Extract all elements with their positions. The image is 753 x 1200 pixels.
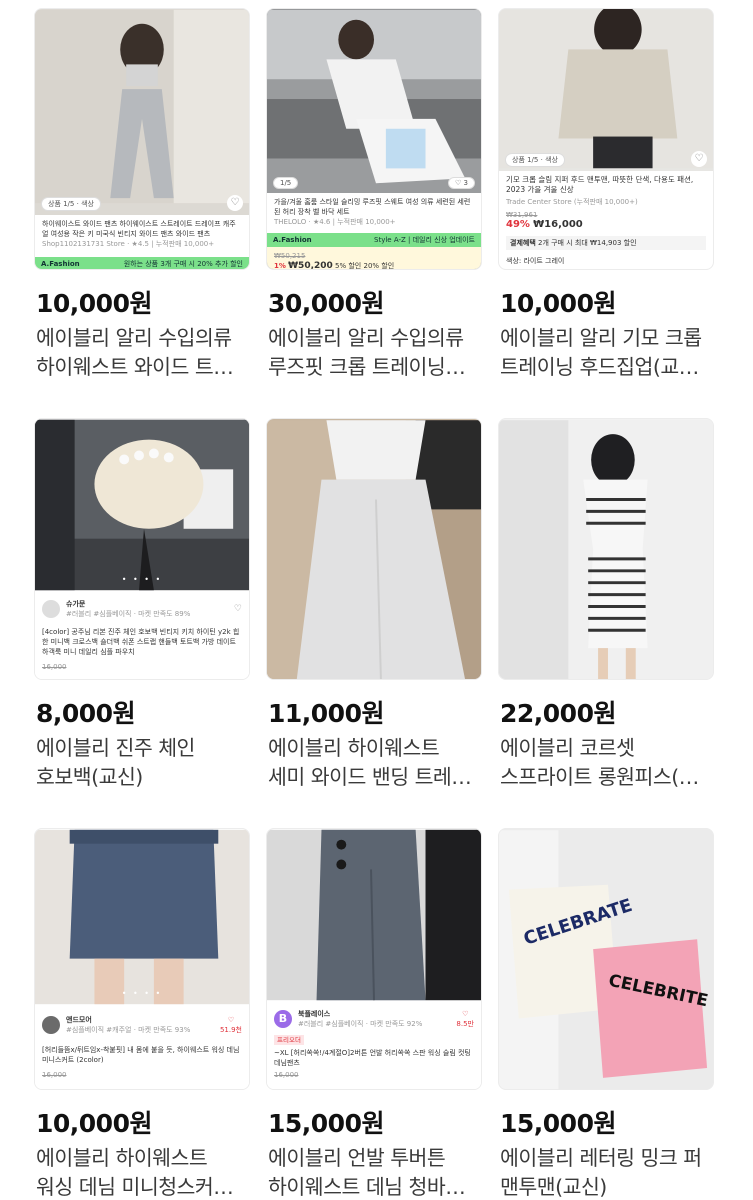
product-card[interactable]: 22,000원 에이블리 코르셋 스프라이트 롱원피스(… [498, 418, 714, 789]
product-title[interactable]: 에이블리 레터링 밍크 퍼 맨투맨(교신) [500, 1144, 714, 1200]
product-price: 11,000원 [268, 699, 384, 728]
product-title[interactable]: 에이블리 알리 기모 크롭 트레이닝 후드집업(교… [500, 324, 714, 382]
wishlist-heart-icon[interactable]: ♡ [234, 604, 242, 614]
product-grid: 상품 1/5 · 색상 ♡ 하이웨이스트 와이드 팬츠 하이웨이스트 스트레이트… [0, 0, 753, 1200]
listing-description: [허리들뜸x/뒤트임x-착붙핏] 내 몸에 붙을 듯, 하이웨스트 워싱 데님 … [42, 1046, 240, 1064]
listing-info-panel: B 북플레이스 #러블리 #심플베이직 · 마켓 만족도 92% ♡ 8.5만 프… [267, 1001, 481, 1089]
price-info-panel: ₩50,215 1% ₩50,200 5% 할인 20% 할인 [267, 247, 481, 269]
product-card[interactable]: 상품 1/5 · 색상 ♡ 하이웨이스트 와이드 팬츠 하이웨이스트 스트레이트… [34, 8, 250, 379]
product-card[interactable]: 11,000원 에이블리 하이웨스트 세미 와이드 밴딩 트레… [266, 418, 482, 789]
listing-info-panel: 하이웨이스트 와이드 팬츠 하이웨이스트 스트레이트 드레이프 캐주얼 여성용 … [35, 215, 249, 257]
image-counter-badge: 상품 1/5 · 색상 [41, 197, 101, 211]
original-price: 16,000 [42, 1071, 67, 1079]
shop-like-count[interactable]: ♡ 51.9천 [220, 1015, 242, 1035]
product-card[interactable]: • • • • 슈가문 #러블리 #심플베이직 · 마켓 만족도 89% ♡ [… [34, 418, 250, 789]
shop-tags: #러블리 #심플베이직 · 마켓 만족도 92% [298, 1020, 423, 1028]
product-photo [35, 419, 249, 591]
shop-row: 앤드모어 #심플베이직 #캐주얼 · 마켓 만족도 93% ♡ 51.9천 [42, 1015, 242, 1035]
product-card[interactable]: 상품 1/5 · 색상 ♡ 기모 크롭 슬림 지퍼 후드 맨투맨, 따뜻한 단색… [498, 8, 714, 379]
product-title[interactable]: 에이블리 알리 수입의류 하이웨스트 와이드 트… [36, 324, 250, 382]
product-thumbnail[interactable]: CELEBRATE CELEBRITE [498, 828, 714, 1090]
product-photo [35, 9, 249, 204]
product-price: 15,000원 [500, 1109, 616, 1138]
product-price: 15,000원 [268, 1109, 384, 1138]
product-photo: CELEBRATE CELEBRITE [499, 830, 713, 1089]
product-photo [267, 9, 481, 199]
product-title[interactable]: 에이블리 하이웨스트 세미 와이드 밴딩 트레… [268, 734, 482, 792]
wishlist-heart-icon[interactable]: ♡ [691, 151, 707, 167]
product-card[interactable]: CELEBRATE CELEBRITE 15,000원 에이블리 레터링 밍크 … [498, 828, 714, 1199]
product-thumbnail[interactable]: B 북플레이스 #러블리 #심플베이직 · 마켓 만족도 92% ♡ 8.5만 프… [266, 828, 482, 1090]
listing-description: 기모 크롭 슬림 지퍼 후드 맨투맨, 따뜻한 단색, 다용도 패션, 2023… [506, 175, 694, 194]
product-photo [499, 9, 713, 169]
listing-description: ~XL [허리쏙쏙!/4계절O]2버튼 언발 허리쏙쏙 스판 워싱 슬림 컷팅 … [274, 1049, 471, 1067]
product-card[interactable]: B 북플레이스 #러블리 #심플베이직 · 마켓 만족도 92% ♡ 8.5만 프… [266, 828, 482, 1199]
shop-name: 슈가문 [66, 600, 86, 608]
promo-bar: A.Fashion Style A-Z | 데일리 신상 업데이트 [267, 233, 481, 247]
product-thumbnail[interactable] [266, 418, 482, 680]
product-thumbnail[interactable]: 상품 1/5 · 색상 ♡ 하이웨이스트 와이드 팬츠 하이웨이스트 스트레이트… [34, 8, 250, 270]
shop-row: B 북플레이스 #러블리 #심플베이직 · 마켓 만족도 92% ♡ 8.5만 [274, 1009, 474, 1029]
listing-info-panel: 슈가문 #러블리 #심플베이직 · 마켓 만족도 89% ♡ [4color] … [35, 591, 249, 679]
shop-avatar [42, 1016, 60, 1034]
listing-shop-line: Trade Center Store (누적판매 10,000+) [506, 198, 638, 206]
product-price: 8,000원 [36, 699, 136, 728]
shop-name: 앤드모어 [66, 1016, 92, 1024]
listing-description: [4color] 공주님 리본 진주 체인 호보백 빈티지 키치 하이틴 y2k… [42, 628, 240, 656]
listing-info-panel: 가을/겨울 홈룸 스타일 슬리밍 루즈핏 스웨트 여성 의류 세련된 세련된 허… [267, 193, 481, 233]
product-title[interactable]: 에이블리 코르셋 스프라이트 롱원피스(… [500, 734, 714, 792]
promo-bar: A.Fashion 원하는 상품 3개 구매 시 20% 추가 할인 [35, 257, 249, 269]
product-title[interactable]: 에이블리 알리 수입의류 루즈핏 크롭 트레이닝… [268, 324, 482, 382]
image-counter-badge: 1/5 [273, 177, 299, 189]
product-thumbnail[interactable]: • • • • 앤드모어 #심플베이직 #캐주얼 · 마켓 만족도 93% ♡ 5… [34, 828, 250, 1090]
original-price: 16,000 [42, 663, 67, 671]
shop-row: 슈가문 #러블리 #심플베이직 · 마켓 만족도 89% ♡ [42, 599, 242, 619]
product-card[interactable]: 1/5 ♡ 3 가을/겨울 홈룸 스타일 슬리밍 루즈핏 스웨트 여성 의류 세… [266, 8, 482, 379]
shop-avatar [42, 600, 60, 618]
product-card[interactable]: • • • • 앤드모어 #심플베이직 #캐주얼 · 마켓 만족도 93% ♡ 5… [34, 828, 250, 1199]
shop-name: 북플레이스 [298, 1010, 331, 1018]
like-count-badge[interactable]: ♡ 3 [448, 177, 475, 189]
listing-description: 가을/겨울 홈룸 스타일 슬리밍 루즈핏 스웨트 여성 의류 세련된 세련된 허… [274, 198, 471, 216]
carousel-dots: • • • • [121, 989, 163, 998]
product-title[interactable]: 에이블리 진주 체인 호보백(교신) [36, 734, 250, 792]
carousel-dots: • • • • [121, 575, 163, 584]
product-thumbnail[interactable] [498, 418, 714, 680]
product-thumbnail[interactable]: • • • • 슈가문 #러블리 #심플베이직 · 마켓 만족도 89% ♡ [… [34, 418, 250, 680]
color-option-label: 색상: 라이트 그레이 [506, 257, 565, 265]
product-price: 22,000원 [500, 699, 616, 728]
product-title[interactable]: 에이블리 언발 투버튼 하이웨스트 데님 청바… [268, 1144, 482, 1200]
image-counter-badge: 상품 1/5 · 색상 [505, 153, 565, 167]
listing-shop-line: THELOLO · ★4.6 | 누적판매 10,000+ [274, 218, 396, 226]
listing-description: 하이웨이스트 와이드 팬츠 하이웨이스트 스트레이트 드레이프 캐주얼 여성용 … [42, 220, 236, 238]
product-price: 10,000원 [36, 1109, 152, 1138]
shop-avatar: B [274, 1010, 292, 1028]
product-photo [267, 420, 481, 679]
product-photo [267, 829, 481, 1001]
preorder-label: 프리오더 [274, 1035, 304, 1045]
listing-shop-line: Shop1102131731 Store · ★4.5 | 누적판매 10,00… [42, 240, 215, 248]
payment-benefit: 결제혜택 2개 구매 시 최대 ₩14,903 할인 [506, 236, 706, 250]
shop-tags: #러블리 #심플베이직 · 마켓 만족도 89% [66, 610, 191, 618]
product-photo [35, 829, 249, 1005]
product-thumbnail[interactable]: 상품 1/5 · 색상 ♡ 기모 크롭 슬림 지퍼 후드 맨투맨, 따뜻한 단색… [498, 8, 714, 270]
product-title[interactable]: 에이블리 하이웨스트 워싱 데님 미니청스커… [36, 1144, 250, 1200]
product-price: 10,000원 [500, 289, 616, 318]
product-price: 30,000원 [268, 289, 384, 318]
shop-tags: #심플베이직 #캐주얼 · 마켓 만족도 93% [66, 1026, 191, 1034]
listing-info-panel: 기모 크롭 슬림 지퍼 후드 맨투맨, 따뜻한 단색, 다용도 패션, 2023… [499, 171, 713, 269]
original-price: 16,000 [274, 1071, 299, 1079]
wishlist-heart-icon[interactable]: ♡ [227, 195, 243, 211]
product-price: 10,000원 [36, 289, 152, 318]
shop-like-count[interactable]: ♡ 8.5만 [456, 1009, 474, 1029]
listing-info-panel: 앤드모어 #심플베이직 #캐주얼 · 마켓 만족도 93% ♡ 51.9천 [허리… [35, 1005, 249, 1089]
product-photo [499, 420, 713, 679]
product-thumbnail[interactable]: 1/5 ♡ 3 가을/겨울 홈룸 스타일 슬리밍 루즈핏 스웨트 여성 의류 세… [266, 8, 482, 270]
